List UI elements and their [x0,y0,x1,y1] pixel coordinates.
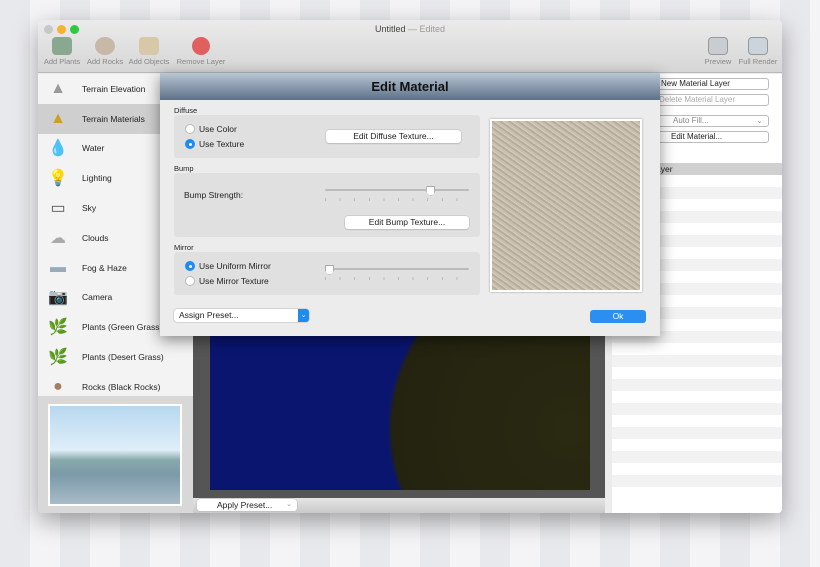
layer-row[interactable] [612,379,782,391]
apply-preset-dropdown[interactable]: Apply Preset... ⌄ [197,499,297,511]
sidebar-item-label: Terrain Elevation [82,83,146,94]
full-render-button[interactable]: Full Render [736,37,780,66]
use-color-radio[interactable]: Use Color [185,124,237,134]
assign-preset-dropdown[interactable]: Assign Preset... ⌄ [174,309,309,322]
layer-row[interactable] [612,427,782,439]
sky-icon: ▭ [50,200,66,218]
radio-on-icon [185,139,195,149]
fog-icon: ▬ [50,258,66,276]
remove-layer-icon [192,37,210,55]
full-render-icon [748,37,768,55]
terrain-materials-icon: ▲ [50,109,66,127]
water-drop-icon: 💧 [48,140,68,158]
remove-layer-button[interactable]: Remove Layer [175,37,227,66]
plant-icon: 🌿 [48,349,68,367]
bump-strength-slider[interactable] [325,186,469,201]
dialog-title: Edit Material [160,73,660,100]
edit-bump-texture-button[interactable]: Edit Bump Texture... [345,216,469,229]
use-texture-radio[interactable]: Use Texture [185,139,244,149]
add-plants-button[interactable]: Add Plants [42,37,82,66]
bump-label: Bump [174,164,194,173]
preview-icon [708,37,728,55]
use-mirror-texture-radio[interactable]: Use Mirror Texture [185,276,269,286]
add-objects-button[interactable]: Add Objects [127,37,171,66]
sidebar-item-label: Sky [82,203,97,214]
add-rocks-icon [95,37,115,55]
slider-knob[interactable] [426,186,436,196]
sidebar-item-label: Camera [82,292,113,303]
clouds-icon: ☁ [50,229,66,247]
layer-row[interactable] [612,355,782,367]
slider-knob[interactable] [325,265,334,275]
diffuse-label: Diffuse [174,106,198,115]
preview-button[interactable]: Preview [702,37,734,66]
plant-icon: 🌿 [48,319,68,337]
chevron-down-icon: ⌄ [286,501,292,508]
sidebar-item-label: Clouds [82,232,109,243]
chevron-down-icon: ⌄ [298,309,309,322]
mirror-slider[interactable] [325,265,469,280]
bump-strength-label: Bump Strength: [184,190,244,200]
mirror-label: Mirror [174,243,194,252]
rock-icon: ● [53,377,63,395]
radio-off-icon [185,276,195,286]
chevron-down-icon: ⌄ [756,116,763,125]
preview-thumbnail[interactable] [48,404,182,506]
edit-diffuse-texture-button[interactable]: Edit Diffuse Texture... [326,130,461,143]
window-title: Untitled — Edited [374,24,446,34]
camera-icon: 📷 [48,289,68,307]
sidebar-item-label: Terrain Materials [82,113,145,124]
terrain-elevation-icon: ▲ [50,79,66,97]
layer-row[interactable] [612,475,782,487]
canvas-bottom-bar: Apply Preset... ⌄ [193,498,605,513]
radio-off-icon [185,124,195,134]
sidebar-item-label: Plants (Green Grass) [82,322,163,333]
texture-preview [490,119,642,292]
sidebar-item-label: Lighting [82,173,112,184]
sidebar-item-label: Plants (Desert Grass) [82,352,164,363]
ok-button[interactable]: Ok [590,310,646,323]
diffuse-group: Use Color Use Texture Edit Diffuse Textu… [174,115,480,158]
sidebar-item-label: Water [82,143,105,154]
layer-row[interactable] [612,403,782,415]
render-preview [38,396,193,513]
use-uniform-mirror-radio[interactable]: Use Uniform Mirror [185,261,271,271]
bump-group: Bump Strength: Edit Bump Texture... [174,173,480,237]
title-bar: Untitled — Edited Add Plants Add Rocks A… [38,20,782,73]
lightbulb-icon: 💡 [48,170,68,188]
mirror-group: Use Uniform Mirror Use Mirror Texture [174,252,480,295]
sidebar-item-label: Rocks (Black Rocks) [82,381,161,392]
sidebar-item-plants-desert-grass[interactable]: 🌿 Plants (Desert Grass) [38,342,193,372]
add-rocks-button[interactable]: Add Rocks [85,37,125,66]
add-plants-icon [52,37,72,55]
edit-material-dialog: Edit Material Diffuse Use Color Use Text… [160,73,660,336]
radio-on-icon [185,261,195,271]
layer-row[interactable] [612,451,782,463]
add-objects-icon [139,37,159,55]
sidebar-item-label: Fog & Haze [82,262,127,273]
